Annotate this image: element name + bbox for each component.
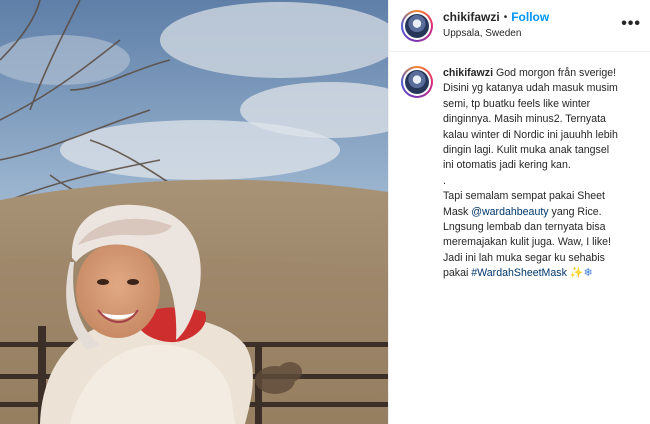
caption-line: Tapi semalam sempat pakai Sheet [443,190,605,203]
header-username[interactable]: chikifawzi [443,10,500,25]
caption-line: semi, tp buatku feels like winter [443,97,591,110]
caption-avatar-inner [403,68,431,96]
caption-text-fragment: yang Rice. [548,205,602,218]
caption-line: kalau winter di Nordic ini jauuhh lebih [443,128,618,141]
caption-line: Lngsung lembab dan ternyata bisa [443,221,606,234]
post-photo[interactable] [0,0,388,424]
location-link[interactable]: Uppsala, Sweden [443,26,549,41]
caption-line: ini otomatis jadi kering kan. [443,159,571,172]
hashtag-link[interactable]: #WardahSheetMask [471,267,567,279]
avatar-inner [403,11,431,40]
caption-line-1: God morgon från sverige! [496,67,617,79]
snowflake-icon: ❄ [583,267,593,280]
caption-hashtag-line: pakai #WardahSheetMask ✨❄ [443,266,645,281]
instagram-post: chikifawzi • Follow Uppsala, Sweden ••• … [0,0,650,424]
more-options-icon[interactable]: ••• [621,15,641,33]
follow-button[interactable]: Follow [511,10,549,25]
caption-line: Disini yg katanya udah masuk musim [443,82,618,95]
caption-line: Jadi ini lah muka segar ku sehabis [443,251,605,264]
caption-avatar-image [405,70,429,94]
caption-text: chikifawzi God morgon från sverige! Disi… [443,66,645,282]
sparkles-icon: ✨ [569,267,584,280]
caption-line: dinginnya. Masih minus2. Ternyata [443,113,606,126]
caption-username[interactable]: chikifawzi [443,67,493,79]
post-side-panel: chikifawzi • Follow Uppsala, Sweden ••• … [388,0,650,424]
header-separator: • [503,12,508,23]
caption-block: chikifawzi God morgon från sverige! Disi… [401,66,645,282]
caption-first-line: chikifawzi God morgon från sverige! [443,66,645,81]
caption-avatar[interactable] [401,66,433,98]
caption-mention-line: Mask @wardahbeauty yang Rice. [443,205,645,220]
post-photo-image [0,0,388,424]
post-header: chikifawzi • Follow Uppsala, Sweden ••• [389,0,650,52]
avatar-image [405,13,429,38]
caption-line: dingin lagi. Kulit muka anak tangsel [443,144,610,157]
header-row: chikifawzi • Follow [443,10,549,25]
caption-text-fragment: Mask [443,205,472,218]
caption-line: . [443,174,446,187]
mention-link[interactable]: @wardahbeauty [471,206,548,218]
caption-text-fragment: pakai [443,267,472,280]
caption-line: meremajakan kulit juga. Waw, I like! [443,236,611,249]
header-text: chikifawzi • Follow Uppsala, Sweden [443,10,549,41]
avatar[interactable] [401,9,433,42]
